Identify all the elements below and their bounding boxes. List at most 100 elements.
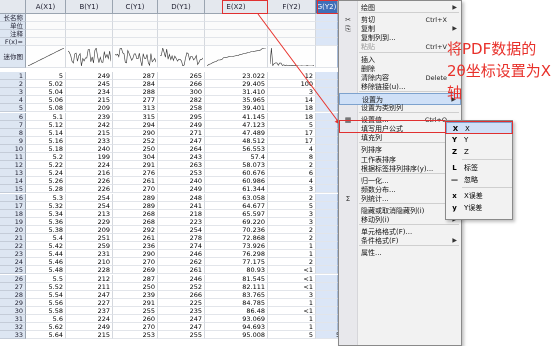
table-cell[interactable]: 35.965 <box>205 96 268 105</box>
row-header[interactable]: 19 <box>0 217 26 226</box>
table-cell[interactable]: 290 <box>113 128 158 137</box>
table-cell[interactable]: 5 <box>268 331 316 340</box>
table-cell[interactable]: 60.676 <box>205 169 268 178</box>
table-cell[interactable]: 93.069 <box>205 315 268 324</box>
meta-cell[interactable] <box>205 22 268 30</box>
table-cell[interactable]: 57.4 <box>205 153 268 162</box>
table-cell[interactable]: 64.677 <box>205 201 268 210</box>
row-header[interactable]: 26 <box>0 274 26 283</box>
column-header[interactable]: D(Y1) <box>158 0 205 14</box>
meta-cell[interactable] <box>205 14 268 22</box>
table-cell[interactable]: 29.405 <box>205 80 268 89</box>
table-cell[interactable] <box>316 161 338 170</box>
table-cell[interactable]: 239 <box>113 290 158 299</box>
table-cell[interactable]: 65.597 <box>205 209 268 218</box>
table-cell[interactable] <box>316 282 338 291</box>
table-cell[interactable]: 5.6 <box>26 315 66 324</box>
table-cell[interactable]: 18 <box>268 104 316 113</box>
table-cell[interactable]: 226 <box>66 177 113 186</box>
table-cell[interactable]: <1 <box>268 306 316 315</box>
meta-cell[interactable] <box>316 38 338 46</box>
table-cell[interactable]: 1 <box>268 250 316 259</box>
table-cell[interactable]: 5.06 <box>26 96 66 105</box>
row-header[interactable]: 11 <box>0 153 26 162</box>
table-cell[interactable]: 2 <box>268 258 316 267</box>
submenu-item[interactable]: — 忽略 <box>446 174 512 186</box>
table-cell[interactable]: <1 <box>268 266 316 275</box>
table-cell[interactable]: 199 <box>66 153 113 162</box>
table-cell[interactable]: 80.93 <box>205 266 268 275</box>
column-header[interactable]: C(Y1) <box>113 0 158 14</box>
table-cell[interactable]: 5 <box>26 72 66 81</box>
table-cell[interactable]: 239 <box>66 112 113 121</box>
table-cell[interactable]: 5.24 <box>26 169 66 178</box>
table-cell[interactable]: 100 <box>268 80 316 89</box>
table-cell[interactable]: 5.64 <box>26 331 66 340</box>
submenu-item[interactable]: XX <box>446 122 512 134</box>
table-cell[interactable]: 228 <box>66 266 113 275</box>
table-cell[interactable]: <1 <box>268 282 316 291</box>
table-cell[interactable] <box>316 169 338 178</box>
row-header[interactable]: 33 <box>0 331 26 340</box>
table-cell[interactable]: 58.073 <box>205 161 268 170</box>
table-cell[interactable]: 4 <box>268 177 316 186</box>
table-cell[interactable]: 287 <box>113 274 158 283</box>
row-header[interactable]: 6 <box>0 112 26 121</box>
table-cell[interactable] <box>316 72 338 81</box>
meta-cell[interactable] <box>268 30 316 38</box>
column-header[interactable]: B(Y1) <box>66 0 113 14</box>
table-cell[interactable]: 4 <box>268 144 316 153</box>
table-cell[interactable]: 5.42 <box>26 242 66 251</box>
table-cell[interactable]: 60.986 <box>205 177 268 186</box>
table-cell[interactable]: 41.145 <box>205 112 268 121</box>
table-cell[interactable] <box>316 315 338 324</box>
table-cell[interactable]: 240 <box>158 177 205 186</box>
table-cell[interactable]: 261 <box>113 177 158 186</box>
table-cell[interactable]: 276 <box>113 169 158 178</box>
table-cell[interactable]: 278 <box>158 234 205 243</box>
meta-cell[interactable] <box>268 14 316 22</box>
table-cell[interactable]: 247 <box>66 290 113 299</box>
table-cell[interactable]: 17 <box>268 128 316 137</box>
table-cell[interactable]: 209 <box>66 104 113 113</box>
table-cell[interactable]: 73.926 <box>205 242 268 251</box>
row-header[interactable]: 13 <box>0 169 26 178</box>
table-cell[interactable]: 3 <box>268 217 316 226</box>
table-cell[interactable]: 270 <box>113 323 158 332</box>
table-cell[interactable]: 17 <box>268 136 316 145</box>
submenu-item[interactable]: ZZ <box>446 146 512 158</box>
table-cell[interactable] <box>316 96 338 105</box>
meta-cell[interactable] <box>26 14 66 22</box>
table-cell[interactable]: 5.12 <box>26 120 66 129</box>
table-cell[interactable]: 56.553 <box>205 144 268 153</box>
table-cell[interactable]: 31.410 <box>205 88 268 97</box>
table-cell[interactable]: 249 <box>66 72 113 81</box>
table-cell[interactable]: 288 <box>113 88 158 97</box>
table-cell[interactable]: 5.08 <box>26 104 66 113</box>
row-header[interactable]: 25 <box>0 266 26 275</box>
table-cell[interactable]: 292 <box>113 225 158 234</box>
sparkline-cell[interactable] <box>268 46 316 68</box>
table-cell[interactable] <box>316 80 338 89</box>
table-cell[interactable]: 81.545 <box>205 274 268 283</box>
table-cell[interactable]: 225 <box>158 298 205 307</box>
table-cell[interactable]: 229 <box>66 217 113 226</box>
table-cell[interactable]: 3 <box>268 290 316 299</box>
table-cell[interactable]: 95.008 <box>205 331 268 340</box>
table-cell[interactable]: 233 <box>66 136 113 145</box>
meta-cell[interactable] <box>66 30 113 38</box>
row-header[interactable]: 1 <box>0 72 26 81</box>
table-cell[interactable]: 47.489 <box>205 128 268 137</box>
table-cell[interactable]: 241 <box>158 201 205 210</box>
table-cell[interactable]: 236 <box>113 242 158 251</box>
table-cell[interactable]: 216 <box>66 169 113 178</box>
table-cell[interactable]: 259 <box>66 242 113 251</box>
table-cell[interactable]: 263 <box>158 161 205 170</box>
table-cell[interactable]: 5.36 <box>26 217 66 226</box>
table-cell[interactable]: 304 <box>113 153 158 162</box>
table-cell[interactable]: 224 <box>66 315 113 324</box>
table-cell[interactable] <box>316 88 338 97</box>
table-cell[interactable]: 262 <box>158 258 205 267</box>
table-cell[interactable]: 240 <box>66 144 113 153</box>
table-cell[interactable] <box>316 258 338 267</box>
